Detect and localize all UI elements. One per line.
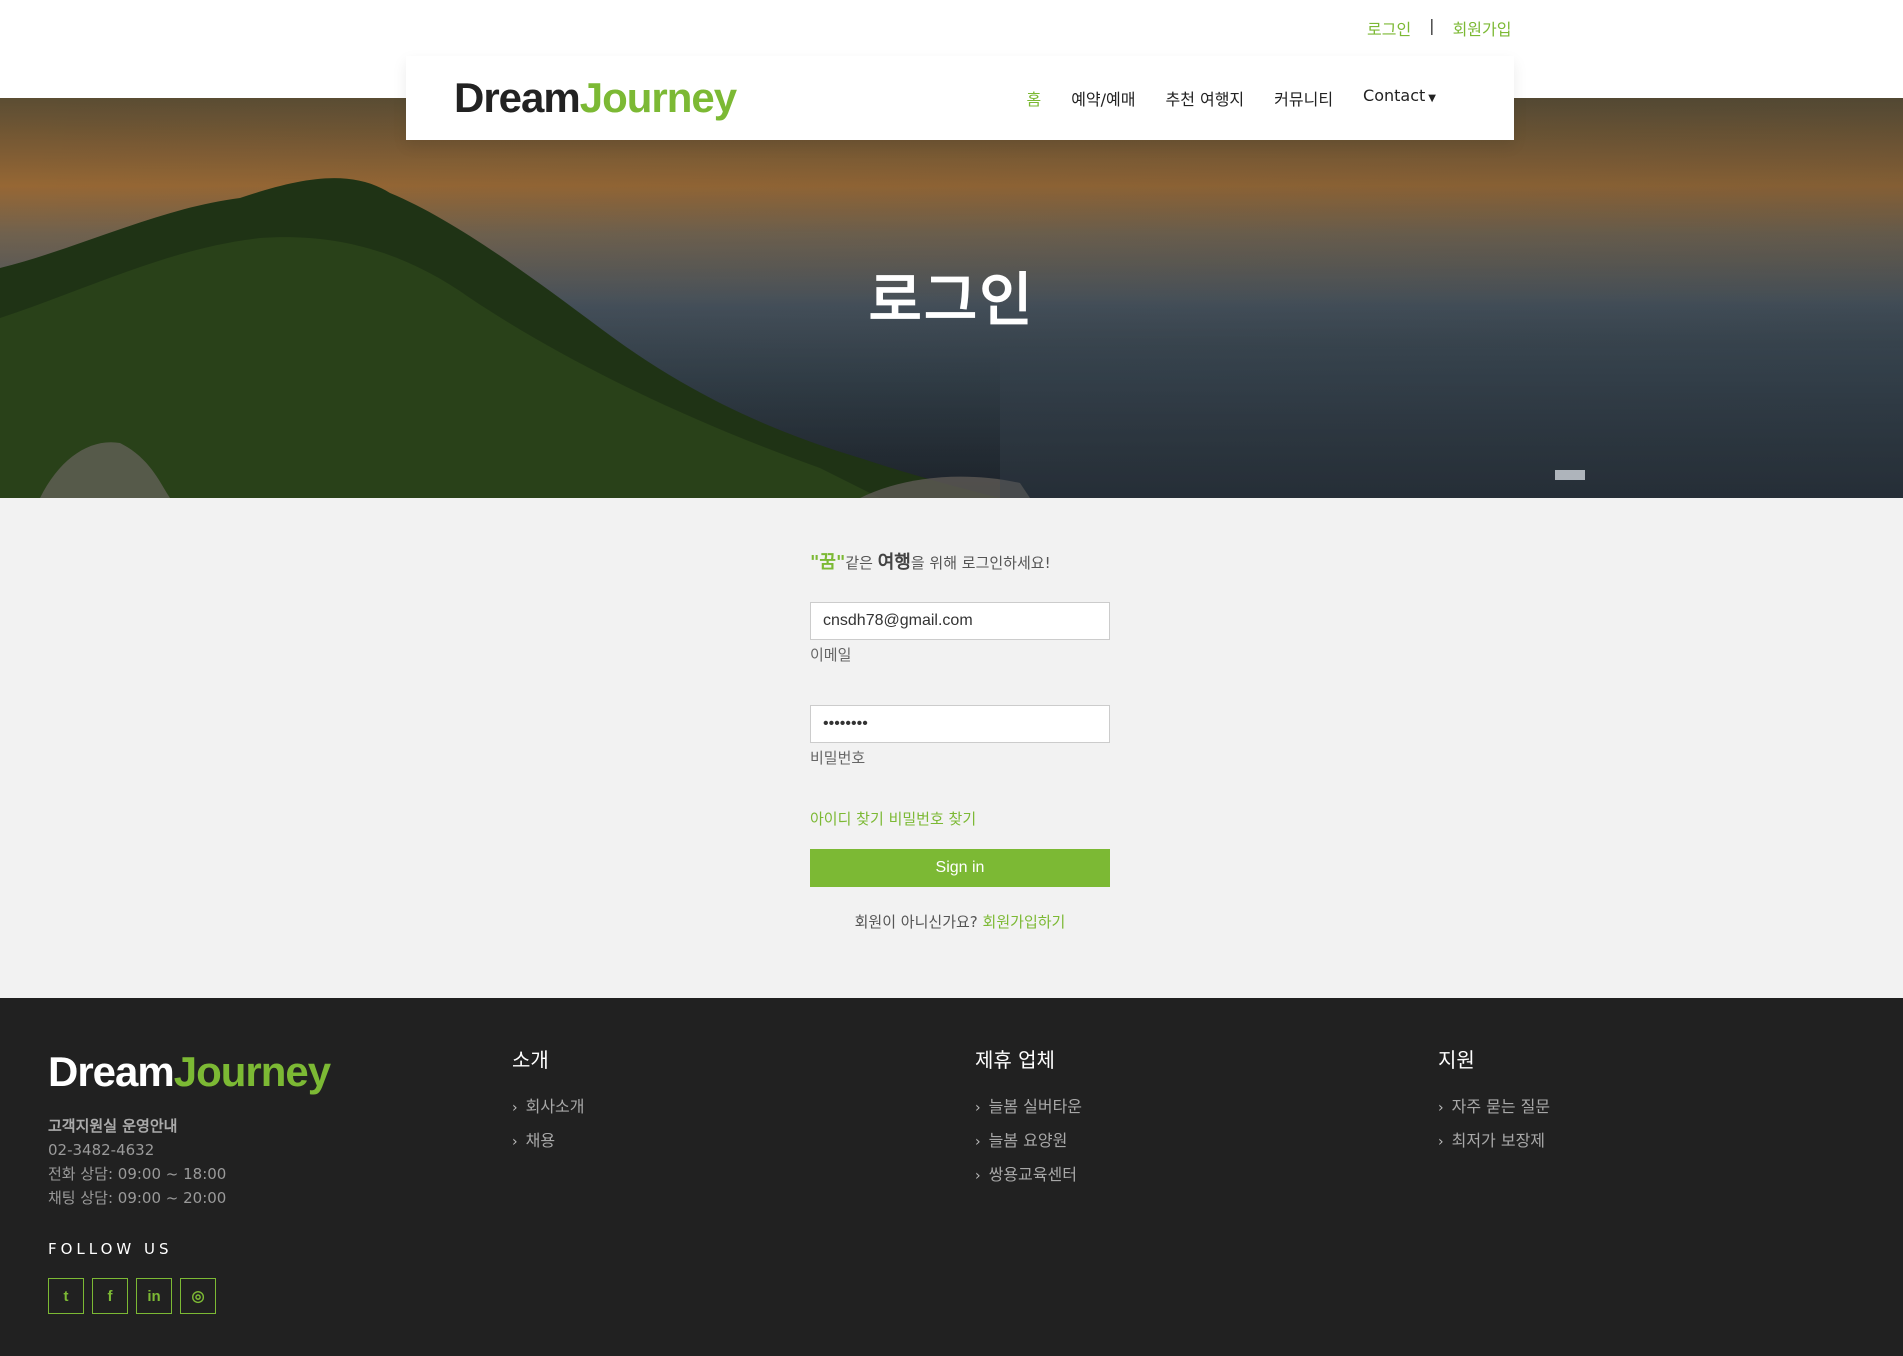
chevron-right-icon: › (975, 1168, 981, 1184)
signup-prompt: 회원이 아니신가요? 회원가입하기 (810, 911, 1110, 932)
footer-support-column: 지원 › 자주 묻는 질문 › 최저가 보장제 (1438, 1042, 1550, 1161)
find-password-link[interactable]: 비밀번호 찾기 (889, 810, 977, 828)
footer-link-company[interactable]: › 회사소개 (512, 1093, 585, 1117)
sign-in-button[interactable]: Sign in (810, 849, 1110, 887)
chevron-right-icon: › (975, 1100, 981, 1116)
tagline-yeohaeng: 여행 (877, 552, 911, 573)
support-call-hours: 전화 상담: 09:00 ~ 18:00 (48, 1165, 227, 1183)
nav-menu: 홈 예약/예매 추천 여행지 커뮤니티 Contact ▼ (1026, 86, 1466, 110)
footer-logo[interactable]: DreamJourney (48, 1048, 331, 1096)
top-utility-links: 로그인 | 회원가입 (1367, 16, 1511, 40)
facebook-icon[interactable]: f (92, 1278, 128, 1314)
password-label: 비밀번호 (810, 749, 866, 767)
nav-item-home[interactable]: 홈 (1026, 86, 1041, 110)
follow-us-heading: FOLLOW US (48, 1240, 173, 1258)
footer-brand-column: DreamJourney 고객지원실 운영안내 02-3482-4632 전화 … (48, 1042, 331, 1314)
caret-down-icon: ▼ (1428, 93, 1436, 104)
chevron-right-icon: › (975, 1134, 981, 1150)
footer-about-column: 소개 › 회사소개 › 채용 (512, 1042, 585, 1161)
support-phone: 02-3482-4632 (48, 1141, 155, 1159)
footer-link-careers[interactable]: › 채용 (512, 1127, 585, 1151)
footer-partners-column: 제휴 업체 › 늘봄 실버타운 › 늘봄 요양원 › 쌍용교육센터 (975, 1042, 1082, 1195)
footer-support-list: › 자주 묻는 질문 › 최저가 보장제 (1438, 1093, 1550, 1151)
nav-item-contact-label: Contact (1363, 86, 1426, 105)
password-field-group: 비밀번호 (810, 705, 1110, 768)
footer-link-label: 회사소개 (525, 1097, 585, 1116)
email-label: 이메일 (810, 646, 852, 664)
linkedin-icon[interactable]: in (136, 1278, 172, 1314)
instagram-icon[interactable]: ◎ (180, 1278, 216, 1314)
not-member-text: 회원이 아니신가요? (854, 913, 978, 931)
footer-about-heading: 소개 (512, 1048, 549, 1072)
find-account-links: 아이디 찾기 비밀번호 찾기 (810, 808, 1110, 829)
nav-item-recommended[interactable]: 추천 여행지 (1165, 86, 1244, 110)
footer-link-education-center[interactable]: › 쌍용교육센터 (975, 1161, 1082, 1185)
chevron-right-icon: › (512, 1134, 518, 1150)
nav-item-booking[interactable]: 예약/예매 (1071, 86, 1135, 110)
email-field-group: 이메일 (810, 602, 1110, 665)
footer-support-heading: 지원 (1438, 1048, 1475, 1072)
footer-link-label: 자주 묻는 질문 (1451, 1097, 1551, 1116)
support-title: 고객지원실 운영안내 (48, 1117, 178, 1135)
support-chat-hours: 채팅 상담: 09:00 ~ 20:00 (48, 1189, 227, 1207)
footer-link-label: 채용 (525, 1131, 556, 1150)
social-links: t f in ◎ (48, 1278, 330, 1314)
chevron-right-icon: › (1438, 1100, 1444, 1116)
brand-logo[interactable]: DreamJourney (454, 74, 737, 122)
chevron-right-icon: › (1438, 1134, 1444, 1150)
chevron-right-icon: › (512, 1100, 518, 1116)
tagline-kkum: "꿈" (810, 552, 846, 573)
footer-link-label: 늘봄 실버타운 (988, 1097, 1083, 1116)
top-login-link[interactable]: 로그인 (1367, 16, 1411, 40)
footer-logo-journey: Journey (173, 1048, 331, 1095)
login-tagline: "꿈"같은 여행을 위해 로그인하세요! (810, 548, 1110, 574)
footer-link-lowest-price[interactable]: › 최저가 보장제 (1438, 1127, 1550, 1151)
nav-item-community[interactable]: 커뮤니티 (1274, 86, 1333, 110)
login-form: "꿈"같은 여행을 위해 로그인하세요! 이메일 비밀번호 아이디 찾기 비밀번… (810, 548, 1110, 932)
logo-dream-text: Dream (454, 74, 581, 121)
password-input[interactable] (810, 705, 1110, 743)
hero-banner: 로그인 (0, 98, 1903, 498)
footer-logo-dream: Dream (48, 1048, 175, 1095)
footer-link-faq[interactable]: › 자주 묻는 질문 (1438, 1093, 1550, 1117)
twitter-icon[interactable]: t (48, 1278, 84, 1314)
footer-partners-heading: 제휴 업체 (975, 1048, 1055, 1072)
tagline-part2: 을 위해 로그인하세요! (910, 554, 1051, 572)
footer-about-list: › 회사소개 › 채용 (512, 1093, 585, 1151)
top-links-separator: | (1429, 16, 1435, 35)
footer-link-label: 최저가 보장제 (1451, 1131, 1546, 1150)
support-info: 고객지원실 운영안내 02-3482-4632 전화 상담: 09:00 ~ 1… (48, 1114, 330, 1210)
find-id-link[interactable]: 아이디 찾기 (810, 810, 884, 828)
main-navbar: DreamJourney 홈 예약/예매 추천 여행지 커뮤니티 Contact… (406, 56, 1514, 140)
site-footer: DreamJourney 고객지원실 운영안내 02-3482-4632 전화 … (0, 998, 1903, 1356)
top-signup-link[interactable]: 회원가입 (1453, 16, 1512, 40)
logo-journey-text: Journey (579, 74, 737, 121)
footer-link-label: 늘봄 요양원 (988, 1131, 1068, 1150)
footer-partners-list: › 늘봄 실버타운 › 늘봄 요양원 › 쌍용교육센터 (975, 1093, 1082, 1185)
nav-item-contact[interactable]: Contact ▼ (1363, 86, 1436, 110)
footer-link-nursing-home[interactable]: › 늘봄 요양원 (975, 1127, 1082, 1151)
signup-link[interactable]: 회원가입하기 (983, 913, 1066, 931)
tagline-part1: 같은 (845, 554, 878, 572)
hero-title: 로그인 (868, 266, 1035, 334)
footer-link-silvertown[interactable]: › 늘봄 실버타운 (975, 1093, 1082, 1117)
email-input[interactable] (810, 602, 1110, 640)
footer-link-label: 쌍용교육센터 (988, 1165, 1077, 1184)
